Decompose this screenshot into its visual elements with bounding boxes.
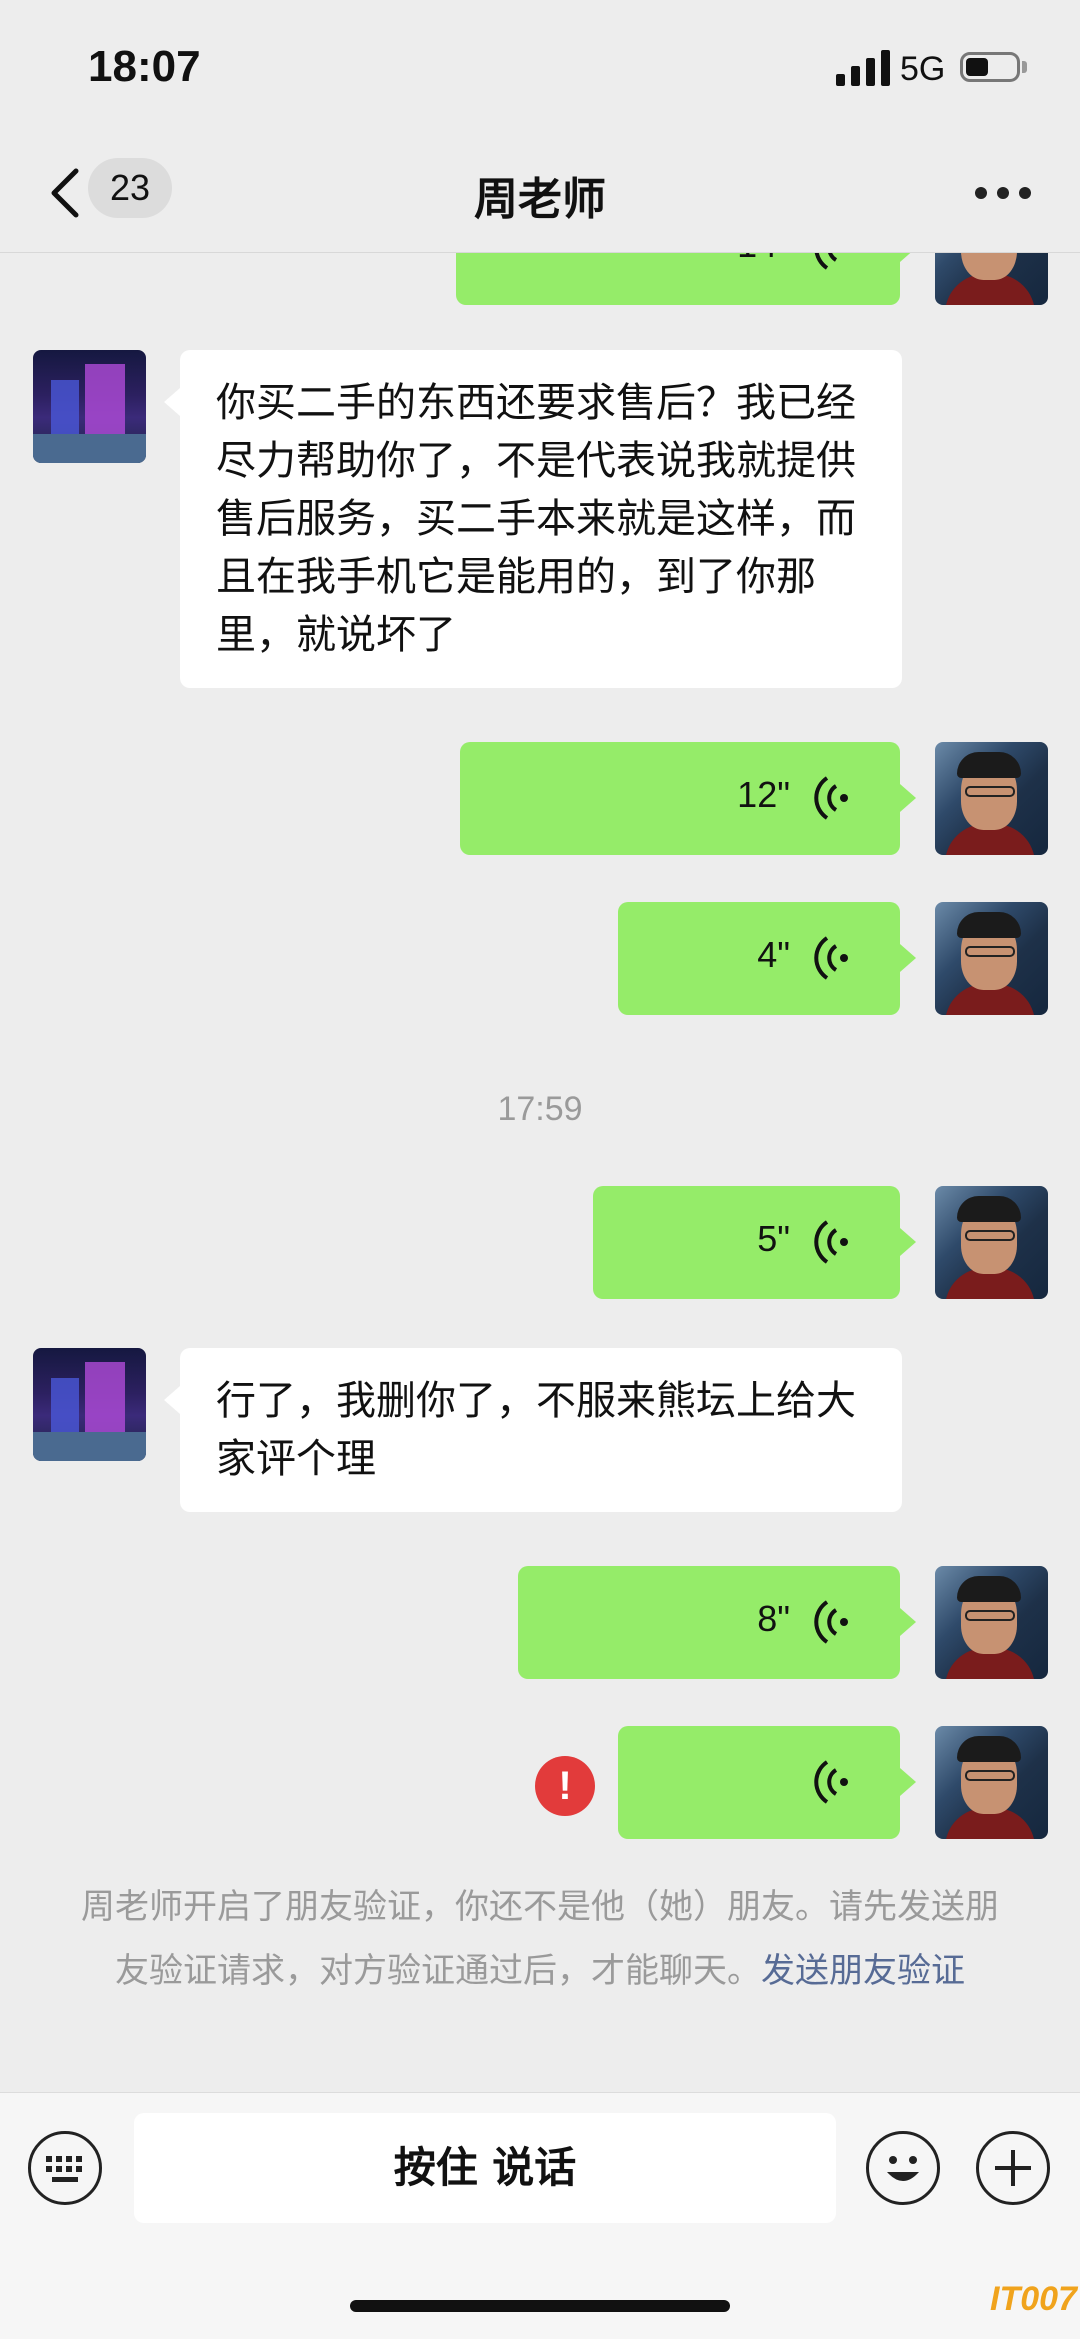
text-message[interactable]: 你买二手的东西还要求售后？我已经尽力帮助你了，不是代表说我就提供售后服务，买二手… — [164, 350, 902, 688]
voice-duration: 12" — [737, 774, 790, 815]
voice-wave-icon — [814, 252, 838, 270]
chat-area[interactable]: 14" 你买二手的东西还要求售后？我已经尽力帮助你了，不是代表说我就提供售后服务… — [0, 252, 1080, 2092]
send-failed-icon[interactable]: ! — [535, 1756, 595, 1816]
my-avatar[interactable] — [935, 1186, 1048, 1299]
status-time: 18:07 — [88, 42, 201, 91]
voice-wave-icon — [814, 1220, 848, 1264]
chat-header: 23 周老师 — [0, 135, 1080, 253]
friend-verification-notice: 周老师开启了朋友验证，你还不是他（她）朋友。请先发送朋友验证请求，对方验证通过后… — [80, 1875, 1000, 2003]
network-label: 5G — [900, 50, 946, 88]
home-indicator[interactable] — [350, 2300, 730, 2312]
more-icon[interactable] — [975, 187, 1031, 201]
my-avatar[interactable] — [935, 252, 1048, 305]
voice-message[interactable] — [618, 1726, 916, 1839]
voice-duration: 14" — [737, 252, 790, 266]
voice-duration: 5" — [757, 1218, 790, 1259]
voice-message[interactable]: 4" — [618, 902, 916, 1015]
watermark-logo: IT007 — [990, 2280, 1077, 2318]
voice-message[interactable]: 14" — [456, 252, 916, 305]
my-avatar[interactable] — [935, 902, 1048, 1015]
message-text: 行了，我删你了，不服来熊坛上给大家评个理 — [216, 1378, 856, 1482]
my-avatar[interactable] — [935, 742, 1048, 855]
message-text: 你买二手的东西还要求售后？我已经尽力帮助你了，不是代表说我就提供售后服务，买二手… — [216, 380, 856, 658]
my-avatar[interactable] — [935, 1726, 1048, 1839]
contact-avatar[interactable] — [33, 350, 146, 463]
voice-wave-icon — [814, 776, 848, 820]
contact-avatar[interactable] — [33, 1348, 146, 1461]
voice-wave-icon — [814, 936, 848, 980]
my-avatar[interactable] — [935, 1566, 1048, 1679]
voice-duration: 8" — [757, 1598, 790, 1639]
voice-message[interactable]: 12" — [460, 742, 916, 855]
keyboard-icon[interactable] — [28, 2131, 102, 2205]
voice-wave-icon — [814, 1760, 848, 1804]
plus-icon[interactable] — [976, 2131, 1050, 2205]
emoji-icon[interactable] — [866, 2131, 940, 2205]
chat-title: 周老师 — [474, 174, 606, 225]
status-bar: 18:07 5G — [0, 0, 1080, 135]
text-message[interactable]: 行了，我删你了，不服来熊坛上给大家评个理 — [164, 1348, 902, 1512]
voice-message[interactable]: 8" — [518, 1566, 916, 1679]
timestamp: 17:59 — [497, 1090, 583, 1128]
send-verification-link[interactable]: 发送朋友验证 — [761, 1951, 965, 1991]
voice-message[interactable]: 5" — [593, 1186, 916, 1299]
voice-duration: 4" — [757, 934, 790, 975]
battery-icon — [960, 52, 1020, 82]
hold-to-talk-button[interactable]: 按住 说话 — [134, 2113, 836, 2223]
voice-wave-icon — [814, 1600, 848, 1644]
signal-icon — [836, 48, 894, 86]
